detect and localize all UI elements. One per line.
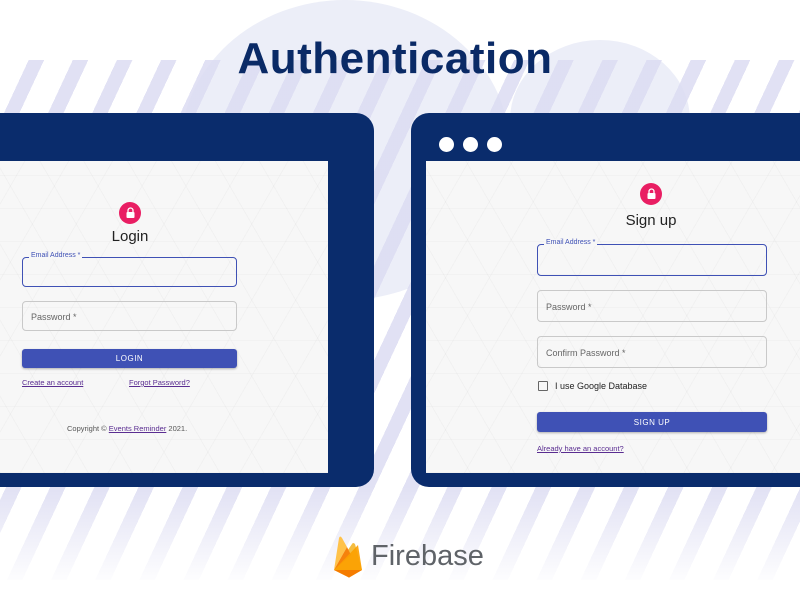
copyright-suffix: 2021. [166,424,188,433]
login-title: Login [111,228,149,245]
signup-password-label: Password * [546,302,592,312]
login-button[interactable]: LOGIN [22,349,237,368]
firebase-flame-icon [334,536,362,578]
lock-icon [640,183,662,205]
copyright: Copyright © Events Reminder 2021. [67,424,187,433]
google-database-checkbox[interactable] [538,381,548,391]
google-database-label: I use Google Database [555,381,648,391]
confirm-password-field[interactable]: Confirm Password * [537,336,767,368]
lock-icon [119,202,141,224]
window-dot[interactable] [439,137,454,152]
password-field[interactable]: Password * [22,301,237,331]
signup-password-field[interactable]: Password * [537,290,767,322]
page-title: Authentication [237,34,553,83]
copyright-prefix: Copyright © [67,424,109,433]
password-label: Password * [31,312,77,322]
login-screen: Login Email Address * Password * LOGIN C… [0,161,328,473]
signup-button[interactable]: SIGN UP [537,412,767,432]
forgot-password-link[interactable]: Forgot Password? [129,378,190,387]
signup-email-field[interactable]: Email Address * [537,239,767,276]
login-window: Login Email Address * Password * LOGIN C… [0,113,374,487]
signup-window: Sign up Email Address * Password * Confi… [411,113,800,487]
signup-email-label: Email Address * [544,239,598,246]
firebase-wordmark: Firebase [371,539,484,572]
signup-screen: Sign up Email Address * Password * Confi… [426,161,800,473]
events-reminder-link[interactable]: Events Reminder [109,424,167,433]
window-controls [439,137,502,152]
email-label: Email Address * [29,252,83,259]
window-dot[interactable] [487,137,502,152]
already-have-account-link[interactable]: Already have an account? [537,444,624,453]
signup-title: Sign up [625,212,677,229]
firebase-logo: Firebase [331,534,484,578]
email-field[interactable]: Email Address * [22,252,237,287]
window-dot[interactable] [463,137,478,152]
create-account-link[interactable]: Create an account [22,378,83,387]
confirm-password-label: Confirm Password * [546,348,626,358]
